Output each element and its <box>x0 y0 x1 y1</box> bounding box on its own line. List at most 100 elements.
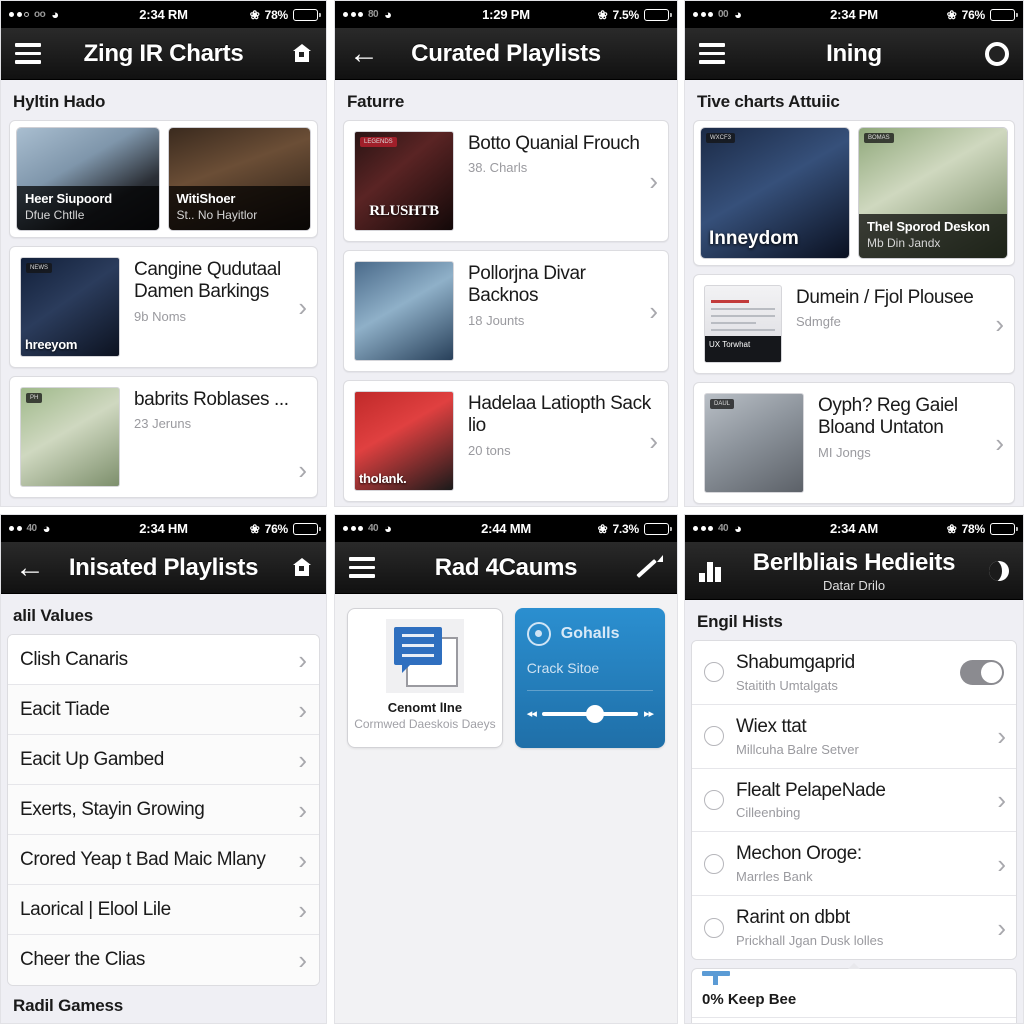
media-row: LEGENDS RLUSHTB Botto Quanial Frouch 38.… <box>344 121 668 241</box>
status-left: 40 ◕ <box>693 521 830 536</box>
section-header: Hyltin Hado <box>13 92 106 111</box>
list-item[interactable]: Wiex ttat Millcuha Balre Setver › <box>692 704 1016 769</box>
battery-icon <box>990 522 1018 535</box>
page-title: Curated Playlists <box>411 39 601 67</box>
panel-curated-playlists: 80 ◕ 1:29 PM ❀ 7.5% ← Curated Playlists … <box>334 0 678 507</box>
row-text: Botto Quanial Frouch 38. Charls <box>454 131 658 175</box>
list-item[interactable]: LEGENDS RLUSHTB Botto Quanial Frouch 38.… <box>343 120 669 242</box>
hero-subtitle: Mb Din Jandx <box>867 236 941 250</box>
list-item[interactable]: Flealt PelapeNade Cilleenbing › <box>692 768 1016 833</box>
list-item[interactable]: Exerts, Stayin Growing › <box>8 785 319 835</box>
slider-knob[interactable] <box>586 704 605 723</box>
night-mode-button[interactable] <box>975 542 1023 599</box>
back-button[interactable]: ← <box>335 28 393 79</box>
row-text: Rarint on dbbt Prickhall Jgan Dusk lolle… <box>736 907 1004 948</box>
tile-subtitle: Cormwed Daeskois Daeys <box>354 717 496 731</box>
footer-label-2: Bave tlamr Ohsin <box>692 1016 1016 1023</box>
list-item[interactable]: tholank. Hadelaa Latiopth Sack lio 20 to… <box>343 380 669 502</box>
page-title: Ining <box>826 39 882 67</box>
battery-icon <box>293 522 322 535</box>
panel-inisated-playlists: 40 ◕ 2:34 HM ❀ 76% ← Inisated Playlists … <box>0 514 327 1024</box>
item-label: Eacit Up Gambed <box>20 748 164 770</box>
panel-content: Engil Hists Shabumgaprid Staitith Umtalg… <box>685 600 1023 1023</box>
row-title: babrits Roblases ... <box>134 389 289 410</box>
wifi-icon: ◕ <box>734 521 742 536</box>
bluetooth-icon: ❀ <box>946 521 957 536</box>
menu-button[interactable] <box>1 28 55 79</box>
row-subtitle: 9b Noms <box>134 308 187 324</box>
playback-slider[interactable]: ◂◂ ▸▸ <box>527 704 654 723</box>
radio-icon[interactable] <box>704 853 724 874</box>
bluetooth-icon: ❀ <box>597 7 608 22</box>
footer-strip[interactable]: 0% Keep Bee Bave tlamr Ohsin <box>691 962 1017 1023</box>
edit-button[interactable] <box>623 542 677 593</box>
list-item[interactable]: NEWS hreeyom Cangine Qudutaal Damen Bark… <box>9 246 318 368</box>
record-button[interactable] <box>971 28 1023 79</box>
tile-subtitle: Crack Sitoe <box>526 660 600 676</box>
list-item[interactable]: Pollorjna Divar Backnos 18 Jounts › <box>343 250 669 372</box>
list-item[interactable]: Eacit Tiade › <box>8 685 319 735</box>
row-subtitle: Sdmgfe <box>796 314 841 330</box>
back-button[interactable]: ← <box>1 542 59 593</box>
list-item[interactable]: UX Torwhat Dumein / Fjol Plousee Sdmgfe … <box>693 274 1015 374</box>
hero-title: Heer Siupoord <box>25 191 112 207</box>
row-text: Flealt PelapeNade Cilleenbing <box>736 780 1004 821</box>
panel-content: Hyltin Hado Heer Siupoord Dfue Chtlle Wi… <box>1 80 326 506</box>
radio-icon[interactable] <box>704 662 724 683</box>
hero-tile[interactable]: BOMAS Thel Sporod Deskon Mb Din Jandx <box>858 127 1008 259</box>
row-title: Botto Quanial Frouch <box>468 133 640 154</box>
radio-icon[interactable] <box>704 789 724 810</box>
list-item[interactable]: Cheer the Clias › <box>8 935 319 985</box>
hero-tile[interactable]: WXCF3 Inneydom <box>700 127 850 259</box>
list-item[interactable]: PH babrits Roblases ... 23 Jeruns › <box>9 376 318 498</box>
media-row: Pollorjna Divar Backnos 18 Jounts › <box>344 251 668 371</box>
list-item[interactable]: Rarint on dbbt Prickhall Jgan Dusk lolle… <box>692 896 1016 959</box>
list-item[interactable]: Crored Yeap t Bad Maic Mlany › <box>8 835 319 885</box>
list-item[interactable]: Laorical | Elool Lile › <box>8 885 319 935</box>
home-button[interactable] <box>278 28 326 79</box>
screenshot-grid: oo ◕ 2:34 RM ❀ 78% Zing IR Charts Hyltin… <box>0 0 1024 1024</box>
home-button[interactable] <box>278 542 326 593</box>
item-label: Eacit Tiade <box>20 698 110 720</box>
radio-icon[interactable] <box>704 726 724 747</box>
bluetooth-icon: ❀ <box>597 521 608 536</box>
status-left: 40 ◕ <box>9 521 139 536</box>
carrier-label: 40 <box>718 523 729 534</box>
list-item[interactable]: DAUL Oyph? Reg Gaiel Bloand Untaton MI J… <box>693 382 1015 504</box>
document-tile[interactable]: Cenomt lIne Cormwed Daeskois Daeys <box>347 608 503 748</box>
thumb-badge: NEWS <box>26 263 52 273</box>
row-subtitle: 18 Jounts <box>468 312 525 328</box>
list-item[interactable]: Eacit Up Gambed › <box>8 735 319 785</box>
hero-card: Heer Siupoord Dfue Chtlle WitiShoer St..… <box>9 120 318 238</box>
status-time: 2:34 HM <box>139 521 188 536</box>
row-title: Mechon Oroge: <box>736 843 862 865</box>
player-tile[interactable]: Gohalls Crack Sitoe ◂◂ ▸▸ <box>514 608 665 748</box>
list-item[interactable]: Shabumgaprid Staitith Umtalgats <box>692 641 1016 705</box>
rewind-icon[interactable]: ◂◂ <box>527 707 537 720</box>
chevron-right-icon: › <box>649 296 658 326</box>
row-title: Hadelaa Latiopth Sack lio <box>468 393 651 437</box>
doc-lines <box>711 300 775 336</box>
hero-tile[interactable]: Heer Siupoord Dfue Chtlle <box>16 127 160 231</box>
radio-icon[interactable] <box>704 917 724 938</box>
fast-forward-icon[interactable]: ▸▸ <box>644 707 654 720</box>
status-left: 80 ◕ <box>343 7 482 22</box>
row-text: Oyph? Reg Gaiel Bloand Untaton MI Jongs <box>804 393 1004 460</box>
tile-row: Cenomt lIne Cormwed Daeskois Daeys Gohal… <box>335 594 677 762</box>
list-item[interactable]: Clish Canaris › <box>8 635 319 685</box>
slider-track[interactable] <box>541 704 638 723</box>
chart-button[interactable] <box>685 542 735 599</box>
hero-tile[interactable]: WitiShoer St.. No Hayitlor <box>167 127 311 231</box>
status-bar: 00 ◕ 2:34 PM ❀ 76% <box>685 1 1023 28</box>
wifi-icon: ◕ <box>734 7 742 22</box>
panel-content: Faturre LEGENDS RLUSHTB Botto Quanial Fr… <box>335 80 677 506</box>
nav-bar: ← Inisated Playlists <box>1 542 326 594</box>
menu-button[interactable] <box>685 28 739 79</box>
panel-content: Tive charts Attuiic WXCF3 Inneydom BOMAS… <box>685 80 1023 506</box>
hero-row: Heer Siupoord Dfue Chtlle WitiShoer St..… <box>10 121 317 237</box>
nav-bar: Rad 4Caums <box>335 542 677 594</box>
menu-button[interactable] <box>335 542 389 593</box>
thumbnail: DAUL <box>704 393 804 493</box>
toggle-switch[interactable] <box>960 659 1004 685</box>
list-item[interactable]: Mechon Oroge: Marrles Bank › <box>692 832 1016 897</box>
